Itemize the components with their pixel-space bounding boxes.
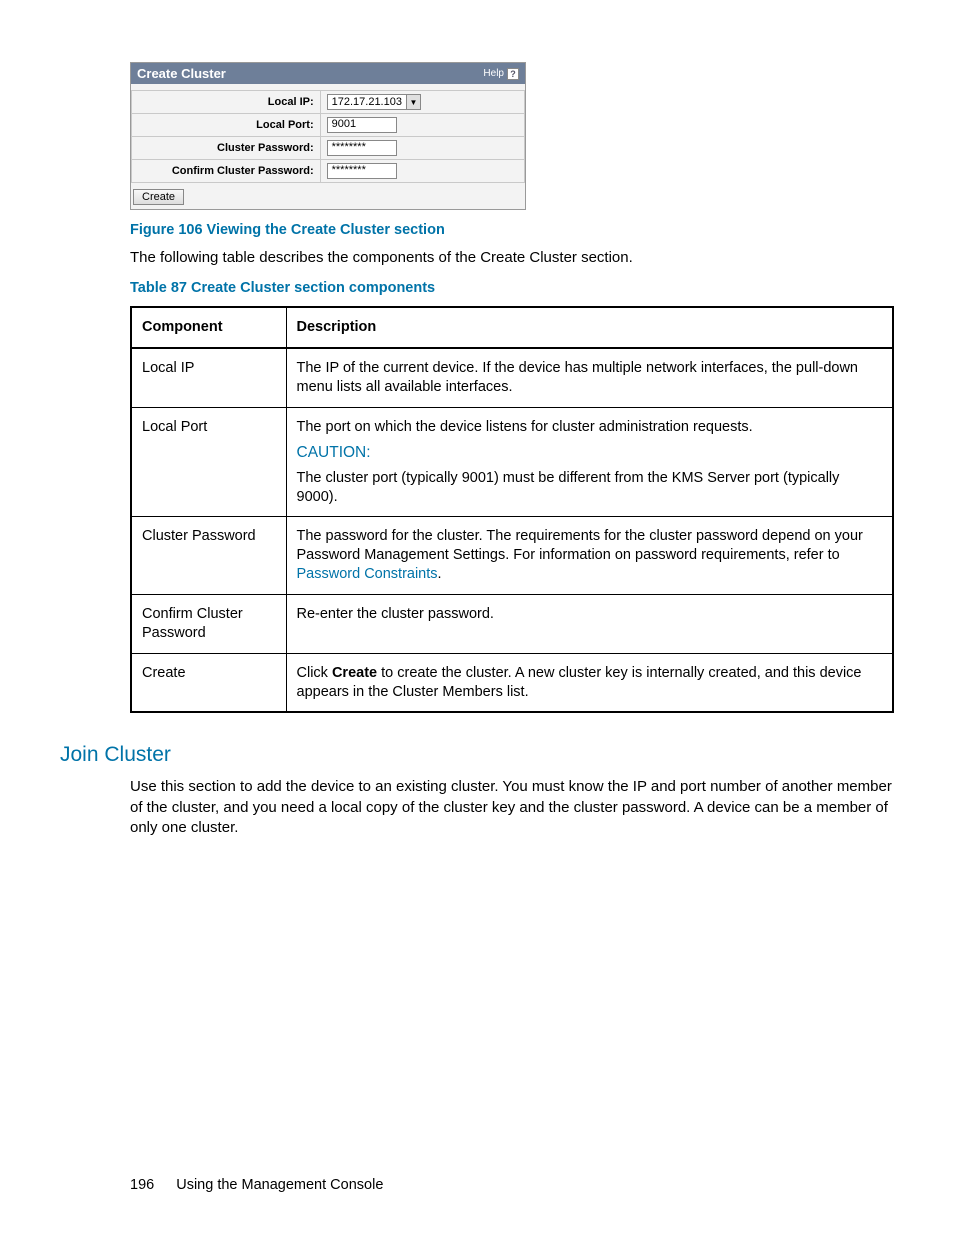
components-table: Component Description Local IP The IP of… [130,306,894,713]
comp-cell: Local IP [131,348,286,407]
form-table: Local IP: 172.17.21.103 ▼ Local Port: 90… [131,90,525,183]
intro-paragraph: The following table describes the compon… [130,248,894,268]
table-row: Local Port The port on which the device … [131,407,893,517]
button-row: Create [131,183,525,209]
join-cluster-body: Use this section to add the device to an… [130,777,900,838]
desc-post: to create the cluster. A new cluster key… [297,665,862,700]
password-constraints-link[interactable]: Password Constraints [297,566,438,582]
cluster-pw-input[interactable]: ******** [327,140,397,156]
local-port-input[interactable]: 9001 [327,117,397,133]
desc-cell: The IP of the current device. If the dev… [286,348,893,407]
table-header-row: Component Description [131,307,893,348]
page-footer: 196 Using the Management Console [130,1177,383,1193]
local-ip-value: 172.17.21.103 [328,96,406,108]
desc-pre: The password for the cluster. The requir… [297,528,863,563]
row-local-ip: Local IP: 172.17.21.103 ▼ [132,91,525,114]
desc-cell: Click Create to create the cluster. A ne… [286,653,893,712]
desc-pre: Click [297,665,332,681]
local-port-label: Local Port: [132,114,321,137]
desc-line2: The cluster port (typically 9001) must b… [297,469,883,507]
help-label: Help [483,68,504,79]
chevron-down-icon: ▼ [406,95,420,109]
create-bold: Create [332,665,377,681]
create-button[interactable]: Create [133,189,184,205]
local-ip-label: Local IP: [132,91,321,114]
confirm-pw-label: Confirm Cluster Password: [132,160,321,183]
panel-header: Create Cluster Help ? [131,63,525,84]
panel-title: Create Cluster [137,66,226,81]
desc-line1: The port on which the device listens for… [297,418,883,437]
confirm-pw-input[interactable]: ******** [327,163,397,179]
table-row: Local IP The IP of the current device. I… [131,348,893,407]
row-cluster-password: Cluster Password: ******** [132,137,525,160]
caution-label: CAUTION: [297,443,883,463]
footer-title: Using the Management Console [176,1177,383,1193]
table-row: Create Click Create to create the cluste… [131,653,893,712]
figure-caption: Figure 106 Viewing the Create Cluster se… [130,222,894,238]
join-cluster-heading: Join Cluster [60,743,894,767]
header-component: Component [131,307,286,348]
row-local-port: Local Port: 9001 [132,114,525,137]
desc-cell: The port on which the device listens for… [286,407,893,517]
page-number: 196 [130,1177,154,1193]
comp-cell: Confirm Cluster Password [131,594,286,653]
create-cluster-panel: Create Cluster Help ? Local IP: 172.17.2… [130,62,526,210]
table-row: Cluster Password The password for the cl… [131,517,893,595]
desc-cell: Re-enter the cluster password. [286,594,893,653]
local-ip-select[interactable]: 172.17.21.103 ▼ [327,94,421,110]
help-link[interactable]: Help ? [483,68,519,80]
comp-cell: Local Port [131,407,286,517]
desc-cell: The password for the cluster. The requir… [286,517,893,595]
desc-post: . [438,566,442,582]
comp-cell: Cluster Password [131,517,286,595]
header-description: Description [286,307,893,348]
cluster-pw-label: Cluster Password: [132,137,321,160]
help-icon: ? [507,68,519,80]
table-caption: Table 87 Create Cluster section componen… [130,280,894,296]
row-confirm-password: Confirm Cluster Password: ******** [132,160,525,183]
table-row: Confirm Cluster Password Re-enter the cl… [131,594,893,653]
comp-cell: Create [131,653,286,712]
